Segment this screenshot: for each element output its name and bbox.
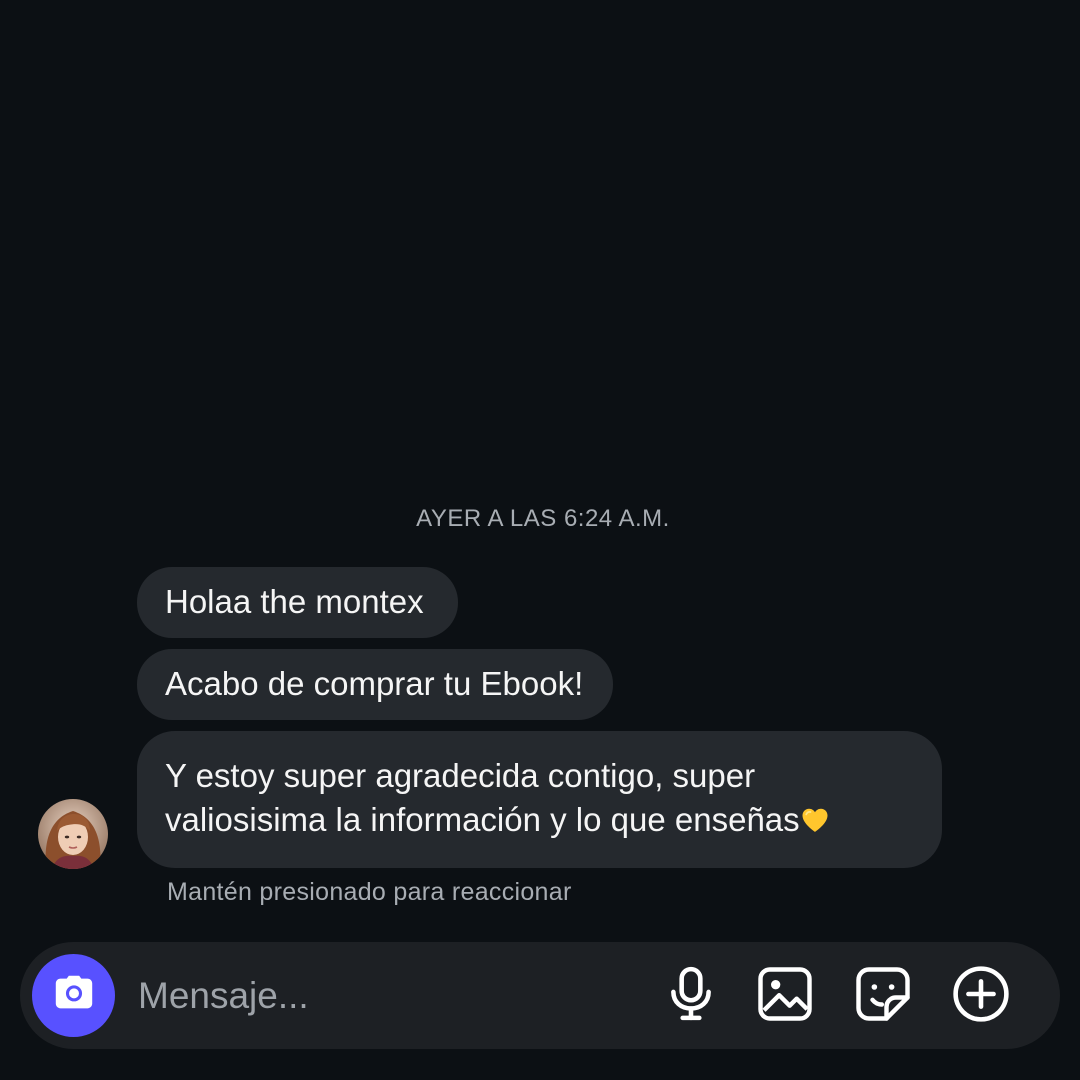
message-bubble[interactable]: Holaa the montex: [137, 567, 458, 638]
message-composer: [20, 942, 1060, 1049]
gallery-icon: [757, 966, 813, 1027]
chat-screen: AYER A LAS 6:24 A.M. Holaa the montex Ac…: [0, 0, 1080, 1080]
message-text-line-2: valiosisima la información y lo que ense…: [165, 801, 800, 838]
sticker-button[interactable]: [854, 966, 912, 1027]
plus-icon: [952, 965, 1010, 1028]
camera-button[interactable]: [32, 954, 115, 1037]
sticker-icon: [855, 966, 911, 1027]
message-bubble[interactable]: Acabo de comprar tu Ebook!: [137, 649, 614, 720]
camera-icon: [51, 970, 97, 1021]
message-bubble[interactable]: Y estoy super agradecida contigo, super …: [137, 731, 942, 868]
message-timestamp: AYER A LAS 6:24 A.M.: [416, 505, 670, 532]
message-input[interactable]: [138, 970, 638, 1022]
gallery-button[interactable]: [756, 966, 814, 1027]
microphone-icon: [666, 966, 716, 1027]
yellow-heart-icon: [800, 802, 830, 832]
microphone-button[interactable]: [662, 966, 720, 1027]
message-text: Acabo de comprar tu Ebook!: [165, 665, 584, 702]
avatar[interactable]: [38, 799, 108, 869]
message-text-line-1: Y estoy super agradecida contigo, super: [165, 757, 756, 794]
message-text: Holaa the montex: [165, 583, 424, 620]
react-hint: Mantén presionado para reaccionar: [167, 878, 572, 906]
more-button[interactable]: [952, 965, 1010, 1028]
